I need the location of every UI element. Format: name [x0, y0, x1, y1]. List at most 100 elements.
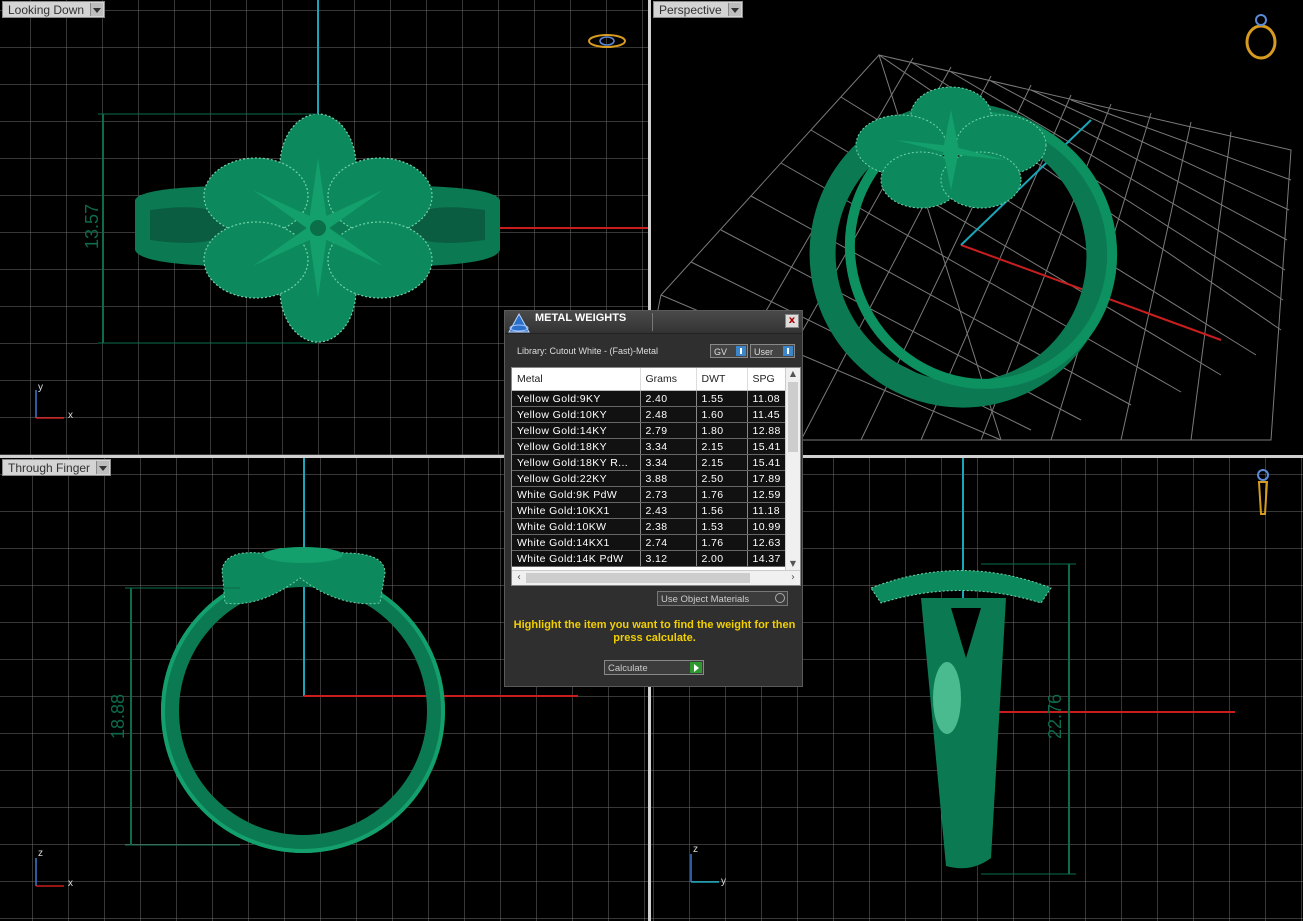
- table-row[interactable]: Yellow Gold:14KY 2.79 1.80 12.88: [512, 422, 788, 439]
- column-header[interactable]: Metal: [512, 368, 641, 391]
- axis-x-label: x: [68, 410, 73, 421]
- materials-select[interactable]: Use Object Materials: [657, 591, 788, 606]
- axis-z-label: z: [38, 848, 43, 859]
- table-header-row: Metal Grams DWT SPG: [512, 368, 788, 391]
- scroll-down-icon[interactable]: ▼: [786, 558, 800, 570]
- gv-button-label: GV: [714, 347, 728, 357]
- viewport-menu-through-finger[interactable]: Through Finger: [2, 459, 112, 476]
- axis-x-label: x: [68, 878, 73, 889]
- table-cell: 2.50: [696, 470, 748, 487]
- user-button[interactable]: User: [750, 344, 795, 358]
- table-cell: 3.34: [640, 454, 697, 471]
- table-row[interactable]: White Gold:9K PdW 2.73 1.76 12.59: [512, 486, 788, 503]
- table-cell: 2.74: [640, 534, 697, 551]
- table-cell: 2.00: [696, 550, 748, 567]
- pyramid-logo-icon: [508, 312, 530, 333]
- table-cell: 1.60: [696, 406, 748, 423]
- ring-view-icon[interactable]: [1241, 12, 1281, 60]
- chevron-down-icon[interactable]: [96, 461, 110, 474]
- table-cell: 12.88: [747, 422, 788, 439]
- metal-weights-table: Metal Grams DWT SPG Yellow Gold:9KY 2.40 1…: [512, 368, 788, 567]
- info-icon: [736, 346, 746, 356]
- table-cell: 11.18: [747, 502, 788, 519]
- dimension-label: 22.76: [1045, 693, 1066, 740]
- table-row[interactable]: White Gold:10KW 2.38 1.53 10.99: [512, 518, 788, 535]
- table-cell: 3.12: [640, 550, 697, 567]
- gv-button[interactable]: GV: [710, 344, 748, 358]
- table-cell: 15.41: [747, 454, 788, 471]
- user-button-label: User: [754, 347, 774, 357]
- viewport-title: Looking Down: [8, 3, 85, 17]
- play-arrow-icon: [690, 662, 702, 673]
- chevron-down-icon[interactable]: [727, 3, 741, 16]
- table-cell: White Gold:14KX1: [512, 534, 641, 551]
- dialog-title: METAL WEIGHTS: [535, 312, 627, 324]
- table-cell: 15.41: [747, 438, 788, 455]
- table-cell: 2.43: [640, 502, 697, 519]
- scroll-left-icon[interactable]: ‹: [512, 571, 526, 585]
- table-cell: Yellow Gold:18KY R...: [512, 454, 641, 471]
- vertical-scrollbar[interactable]: ▲ ▼: [785, 368, 800, 570]
- table-row[interactable]: White Gold:14K PdW 3.12 2.00 14.37: [512, 550, 788, 567]
- table-cell: Yellow Gold:18KY: [512, 438, 641, 455]
- calculate-button[interactable]: Calculate: [604, 660, 704, 675]
- viewport-title: Through Finger: [8, 461, 91, 475]
- table-cell: 2.79: [640, 422, 697, 439]
- metal-weights-dialog: METAL WEIGHTS x Library: Cutout White - …: [504, 310, 803, 687]
- axis-z-label: z: [693, 844, 698, 855]
- table-cell: 12.59: [747, 486, 788, 503]
- dialog-titlebar[interactable]: METAL WEIGHTS x: [505, 311, 802, 334]
- table-cell: 2.40: [640, 390, 697, 407]
- scroll-thumb[interactable]: [526, 573, 750, 583]
- table-cell: White Gold:10KX1: [512, 502, 641, 519]
- table-cell: White Gold:9K PdW: [512, 486, 641, 503]
- table-cell: 2.38: [640, 518, 697, 535]
- table-cell: 3.34: [640, 438, 697, 455]
- table-cell: 2.73: [640, 486, 697, 503]
- column-header[interactable]: SPG: [747, 368, 788, 391]
- horizontal-scrollbar[interactable]: ‹ ›: [512, 570, 800, 585]
- table-cell: White Gold:14K PdW: [512, 550, 641, 567]
- table-row[interactable]: Yellow Gold:10KY 2.48 1.60 11.45: [512, 406, 788, 423]
- column-header[interactable]: Grams: [640, 368, 697, 391]
- table-row[interactable]: Yellow Gold:9KY 2.40 1.55 11.08: [512, 390, 788, 407]
- table-cell: 10.99: [747, 518, 788, 535]
- column-header[interactable]: DWT: [696, 368, 748, 391]
- table-cell: 1.56: [696, 502, 748, 519]
- table-cell: 1.55: [696, 390, 748, 407]
- table-cell: 1.76: [696, 486, 748, 503]
- scroll-up-icon[interactable]: ▲: [786, 368, 800, 380]
- ring-view-icon[interactable]: [586, 30, 628, 52]
- calculate-button-label: Calculate: [608, 663, 648, 674]
- dropdown-knob-icon: [775, 593, 785, 603]
- table-cell: 2.15: [696, 454, 748, 471]
- table-cell: 11.08: [747, 390, 788, 407]
- viewport-title: Perspective: [659, 3, 722, 17]
- table-row[interactable]: White Gold:10KX1 2.43 1.56 11.18: [512, 502, 788, 519]
- metal-table[interactable]: Metal Grams DWT SPG Yellow Gold:9KY 2.40 1…: [511, 367, 801, 586]
- dimension-label: 13.57: [82, 203, 103, 250]
- viewport-menu-looking-down[interactable]: Looking Down: [2, 1, 106, 18]
- scroll-right-icon[interactable]: ›: [786, 571, 800, 585]
- title-tab-divider: [652, 313, 653, 331]
- table-cell: 3.88: [640, 470, 697, 487]
- table-cell: 17.89: [747, 470, 788, 487]
- table-cell: 2.48: [640, 406, 697, 423]
- library-label: Library: Cutout White - (Fast)-Metal: [517, 346, 659, 356]
- ring-view-icon[interactable]: [1251, 468, 1275, 520]
- table-cell: Yellow Gold:22KY: [512, 470, 641, 487]
- table-row[interactable]: White Gold:14KX1 2.74 1.76 12.63: [512, 534, 788, 551]
- table-cell: Yellow Gold:9KY: [512, 390, 641, 407]
- table-cell: 1.53: [696, 518, 748, 535]
- axis-y-label: y: [721, 876, 726, 887]
- close-button[interactable]: x: [785, 314, 799, 328]
- instruction-text: Highlight the item you want to find the …: [513, 619, 796, 644]
- table-row[interactable]: Yellow Gold:18KY 3.34 2.15 15.41: [512, 438, 788, 455]
- viewport-menu-perspective[interactable]: Perspective: [653, 1, 743, 18]
- table-row[interactable]: Yellow Gold:18KY R... 3.34 2.15 15.41: [512, 454, 788, 471]
- chevron-down-icon[interactable]: [90, 3, 104, 16]
- table-row[interactable]: Yellow Gold:22KY 3.88 2.50 17.89: [512, 470, 788, 487]
- table-cell: 11.45: [747, 406, 788, 423]
- table-cell: Yellow Gold:10KY: [512, 406, 641, 423]
- scroll-thumb[interactable]: [788, 382, 798, 452]
